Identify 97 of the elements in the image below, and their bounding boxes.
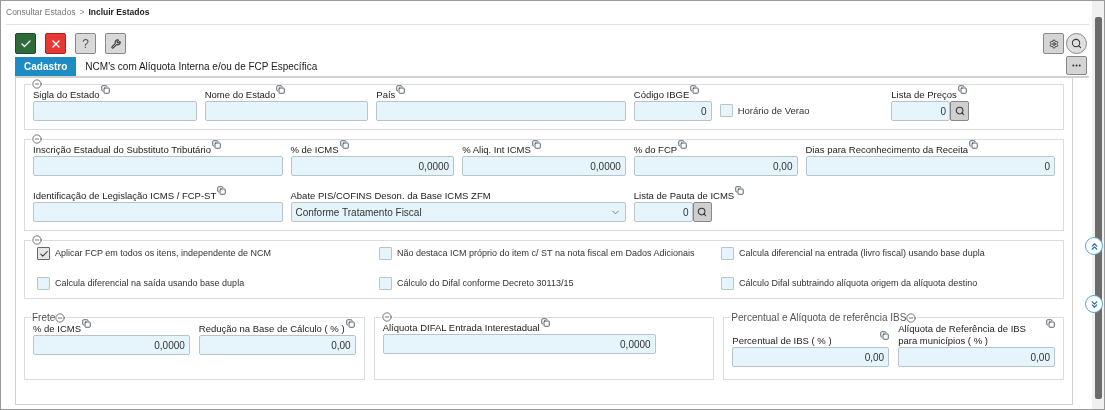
field-label: % do FCP [633, 144, 678, 156]
copy-icon[interactable] [735, 186, 745, 195]
collapse-icon[interactable] [906, 312, 917, 323]
checkbox-label: Horário de Verao [737, 103, 810, 118]
copy-icon[interactable] [540, 318, 550, 327]
group-legend: Percentual e Alíquota de referência IBS [731, 312, 907, 323]
field-label: País [376, 89, 396, 101]
field-label: Lista de Pauta de ICMS [633, 190, 735, 202]
scroll-down-button[interactable] [1085, 295, 1103, 313]
copy-icon[interactable] [345, 319, 355, 328]
number-field[interactable]: 0,00 [198, 335, 356, 355]
checkbox-label: Calcula diferencial na saída usando base dupla [55, 276, 245, 290]
search-icon [954, 106, 965, 116]
search-button[interactable] [1066, 33, 1087, 54]
field-label: Alíquota de Referência de IBS para municípios ( % ) [898, 323, 1027, 347]
number-field[interactable]: 0,00 [898, 347, 1055, 367]
copy-icon[interactable] [678, 140, 688, 149]
number-field[interactable]: 0 [891, 101, 951, 121]
text-field[interactable] [204, 101, 369, 121]
field-label: Nome do Estado [204, 89, 276, 101]
field-label: Alíquota DIFAL Entrada Interestadual [382, 322, 540, 334]
copy-icon[interactable] [531, 140, 541, 149]
copy-icon[interactable] [100, 85, 110, 94]
collapse-icon[interactable] [381, 312, 392, 322]
wrench-icon [110, 38, 121, 49]
breadcrumb-item[interactable]: Consultar Estados [6, 6, 76, 19]
text-field[interactable] [33, 156, 283, 176]
number-field[interactable]: 0,0000 [462, 156, 626, 176]
checkbox[interactable] [721, 276, 734, 290]
copy-icon[interactable] [339, 140, 349, 149]
copy-icon[interactable] [1046, 319, 1055, 328]
collapse-icon[interactable] [32, 134, 42, 144]
breadcrumb-item: Incluir Estados [88, 6, 150, 19]
check-icon [38, 248, 49, 259]
number-field[interactable]: 0 [805, 156, 1055, 176]
field-label: Percentual de IBS ( % ) [732, 335, 832, 347]
checkbox[interactable] [379, 247, 392, 261]
copy-icon[interactable] [957, 85, 967, 94]
number-field[interactable]: 0,0000 [290, 156, 455, 176]
field-label: Código IBGE [633, 89, 690, 101]
checkbox-label: Cálculo Difal subtraindo alíquota origem da alíquota destino [739, 276, 978, 290]
number-field[interactable]: 0 [633, 101, 712, 121]
number-field[interactable]: 0,0000 [382, 334, 656, 354]
copy-icon[interactable] [82, 319, 92, 328]
checkbox-label: Calcula diferencial na entrada (livro fiscal) usando base dupla [739, 247, 985, 260]
number-field[interactable]: 0,00 [633, 156, 798, 176]
collapse-icon[interactable] [55, 312, 66, 323]
field-label: Inscrição Estadual do Substituto Tributário [33, 144, 211, 156]
settings-icon [1048, 38, 1059, 49]
scrollbar[interactable] [1092, 1, 1104, 409]
breadcrumb-separator: > [79, 6, 85, 19]
field-label: % de ICMS [33, 323, 82, 335]
field-label: % de ICMS [290, 144, 339, 156]
number-field[interactable]: 0,0000 [33, 335, 190, 355]
search-button[interactable] [950, 101, 970, 121]
tools-button[interactable] [105, 33, 126, 54]
checkbox-label: Cálculo do Difal conforme Decreto 30113/15 [397, 276, 574, 290]
field-label: Lista de Preços [891, 89, 957, 101]
tab[interactable]: NCM's com Alíquota Interna e/ou de FCP Específica [76, 57, 327, 76]
tab[interactable]: Cadastro [15, 57, 77, 76]
text-field[interactable] [33, 202, 283, 222]
text-field[interactable] [33, 101, 197, 121]
collapse-icon[interactable] [32, 235, 42, 245]
confirm-button[interactable] [15, 33, 36, 54]
copy-icon[interactable] [276, 85, 286, 94]
checkbox[interactable] [37, 247, 50, 261]
field-label: Redução na Base de Cálculo ( % ) [198, 323, 345, 335]
field-label: Abate PIS/COFINS Deson. da Base ICMS ZFM [290, 190, 491, 202]
field-label: Identificação de Legislação ICMS / FCP-ST [33, 190, 217, 202]
search-icon [697, 207, 708, 217]
copy-icon[interactable] [690, 85, 700, 94]
collapse-icon[interactable] [32, 79, 42, 89]
checkbox[interactable] [719, 104, 733, 118]
scroll-up-button[interactable] [1085, 237, 1103, 255]
copy-icon[interactable] [396, 85, 406, 94]
checkbox[interactable] [37, 276, 50, 290]
copy-icon[interactable] [211, 140, 221, 149]
text-field[interactable] [376, 101, 626, 121]
group-legend: Frete [32, 312, 56, 323]
copy-icon[interactable] [217, 186, 227, 195]
settings-button[interactable] [1043, 33, 1064, 54]
copy-icon[interactable] [880, 331, 890, 340]
checkbox-label: Aplicar FCP em todos os itens, independente de NCM [55, 247, 271, 260]
checkbox[interactable] [379, 276, 392, 290]
help-button[interactable]: ? [75, 33, 96, 54]
number-field[interactable]: 0 [633, 202, 693, 222]
cancel-button[interactable] [45, 33, 66, 54]
search-button[interactable] [692, 202, 712, 222]
field-label: Dias para Reconhecimento da Receita [805, 144, 969, 156]
search-icon [1071, 38, 1082, 49]
field-label: % Aliq. Int ICMS [462, 144, 531, 156]
select-field[interactable]: Conforme Tratamento Fiscal [290, 202, 626, 222]
copy-icon[interactable] [969, 140, 979, 149]
checkbox-label: Não destaca ICM próprio do item c/ ST na nota fiscal em Dados Adicionais [397, 247, 695, 260]
checkbox[interactable] [721, 247, 734, 261]
number-field[interactable]: 0,00 [732, 347, 890, 367]
field-label: Sigla do Estado [33, 89, 100, 101]
